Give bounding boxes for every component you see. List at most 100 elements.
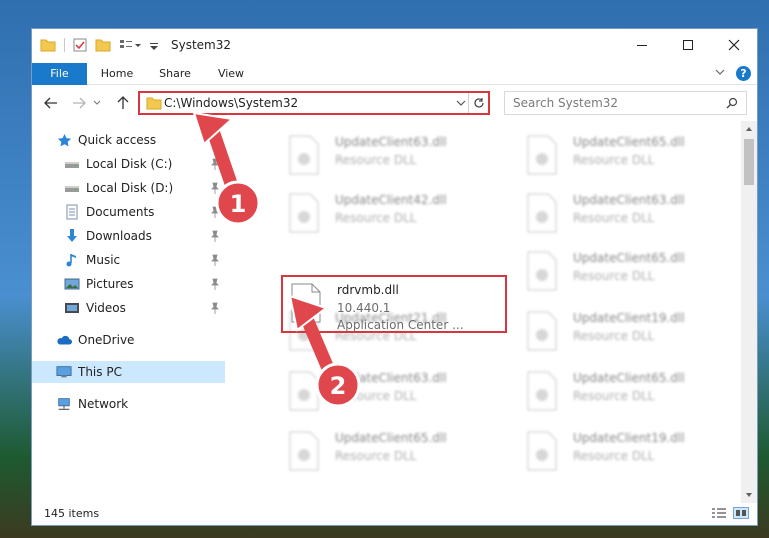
tiles-view-icon[interactable]	[733, 507, 749, 522]
up-button[interactable]	[114, 95, 132, 111]
tab-view[interactable]: View	[208, 63, 254, 85]
documents-icon	[64, 204, 80, 220]
search-placeholder: Search System32	[513, 96, 619, 110]
window-title: System32	[171, 38, 232, 52]
dll-file-icon	[527, 135, 557, 175]
file-item[interactable]: UpdateClient19.dll Resource DLL	[519, 305, 737, 355]
forward-button[interactable]	[70, 95, 88, 111]
file-item[interactable]: UpdateClient65.dll Resource DLL	[519, 129, 737, 179]
nav-pictures[interactable]: Pictures	[32, 273, 225, 295]
tab-share[interactable]: Share	[150, 63, 200, 85]
nav-music[interactable]: Music	[32, 249, 225, 271]
address-bar[interactable]: C:\Windows\System32	[138, 91, 490, 115]
customize-toolbar-icon[interactable]	[119, 38, 141, 52]
dll-file-icon	[527, 311, 557, 351]
nav-videos[interactable]: Videos	[32, 297, 225, 319]
dll-file-icon	[527, 431, 557, 471]
tab-file[interactable]: File	[32, 63, 87, 85]
nav-this-pc[interactable]: This PC	[32, 361, 225, 383]
ribbon-tabs: File Home Share View ?	[32, 63, 757, 85]
computer-icon	[56, 364, 72, 380]
highlighted-file-rdrvmb[interactable]: rdrvmb.dll 10.440.1 Application Center .…	[281, 275, 507, 333]
toolbar-dropdown-icon[interactable]	[149, 38, 159, 52]
nav-documents[interactable]: Documents	[32, 201, 225, 223]
help-icon[interactable]: ?	[736, 66, 751, 81]
maximize-button[interactable]	[665, 29, 711, 61]
dll-file-icon	[289, 193, 319, 233]
refresh-button[interactable]	[468, 93, 488, 113]
arrow-right-icon	[73, 97, 86, 109]
chevron-down-icon	[93, 100, 101, 105]
file-item[interactable]: UpdateClient63.dll Resource DLL	[281, 129, 507, 179]
address-row: C:\Windows\System32 Search System32	[32, 87, 757, 119]
pin-icon[interactable]	[210, 206, 220, 221]
minimize-button[interactable]	[619, 29, 665, 61]
nav-quick-access[interactable]: Quick access	[32, 129, 225, 151]
nav-network[interactable]: Network	[32, 393, 225, 415]
file-item[interactable]: UpdateClient65.dll Resource DLL	[519, 365, 737, 415]
music-icon	[64, 252, 80, 268]
folder-icon	[146, 96, 162, 113]
videos-icon	[64, 300, 80, 316]
file-item[interactable]: UpdateClient65.dll Resource DLL	[281, 425, 507, 475]
pin-icon[interactable]	[210, 254, 220, 269]
dll-file-icon	[289, 135, 319, 175]
quick-access-toolbar	[40, 38, 159, 52]
cloud-icon	[56, 332, 72, 348]
file-item[interactable]: UpdateClient65.dll Resource DLL	[519, 245, 737, 295]
arrow-left-icon	[44, 97, 57, 109]
download-icon	[64, 228, 80, 244]
search-icon[interactable]	[726, 97, 738, 112]
file-item[interactable]: UpdateClient63.dll Resource DLL	[519, 187, 737, 237]
pin-icon[interactable]	[210, 158, 220, 173]
explorer-window: System32 File Home Share View ? C:\Windo…	[31, 28, 758, 526]
dll-gear-file-icon	[291, 283, 321, 323]
pictures-icon	[64, 276, 80, 292]
file-item[interactable]: UpdateClient63.dll Resource DLL	[281, 365, 507, 415]
address-path[interactable]: C:\Windows\System32	[164, 96, 298, 110]
dll-file-icon	[527, 371, 557, 411]
arrow-up-icon	[117, 96, 129, 109]
properties-icon[interactable]	[73, 38, 87, 52]
file-version: 10.440.1	[337, 301, 391, 315]
drive-icon	[64, 180, 80, 196]
status-bar: 145 items	[32, 503, 757, 525]
item-count: 145 items	[44, 507, 100, 520]
pin-icon[interactable]	[210, 182, 220, 197]
title-bar: System32	[32, 29, 757, 63]
tab-home[interactable]: Home	[92, 63, 142, 85]
pin-icon[interactable]	[210, 230, 220, 245]
navigation-pane: Quick access Local Disk (C:) Local Disk …	[32, 125, 225, 503]
file-list: UpdateClient63.dll Resource DLL UpdateCl…	[245, 125, 737, 505]
drive-icon	[64, 156, 80, 172]
refresh-icon	[473, 98, 484, 108]
file-item[interactable]: UpdateClient19.dll Resource DLL	[519, 425, 737, 475]
close-button[interactable]	[711, 29, 757, 61]
scroll-down-icon	[746, 493, 752, 497]
vertical-scrollbar[interactable]	[741, 121, 757, 503]
nav-onedrive[interactable]: OneDrive	[32, 329, 225, 351]
dll-file-icon	[289, 371, 319, 411]
view-toggle-buttons	[711, 507, 749, 522]
nav-local-disk-c[interactable]: Local Disk (C:)	[32, 153, 225, 175]
new-folder-icon[interactable]	[95, 38, 111, 52]
window-controls	[619, 29, 757, 61]
nav-local-disk-d[interactable]: Local Disk (D:)	[32, 177, 225, 199]
ribbon-right-controls: ?	[714, 66, 751, 81]
search-box[interactable]: Search System32	[504, 91, 747, 115]
file-description: Application Center ...	[337, 318, 464, 332]
details-view-icon[interactable]	[711, 507, 727, 522]
scroll-up-icon	[746, 127, 752, 131]
pin-icon[interactable]	[210, 302, 220, 317]
back-button[interactable]	[42, 95, 60, 111]
expand-ribbon-icon[interactable]	[714, 66, 726, 81]
scrollbar-thumb[interactable]	[744, 139, 754, 185]
network-icon	[56, 396, 72, 412]
folder-icon	[40, 38, 56, 52]
address-history-icon[interactable]	[456, 97, 466, 111]
pin-icon[interactable]	[210, 278, 220, 293]
nav-downloads[interactable]: Downloads	[32, 225, 225, 247]
file-item[interactable]: UpdateClient42.dll Resource DLL	[281, 187, 507, 237]
dll-file-icon	[527, 251, 557, 291]
recent-locations-button[interactable]	[88, 95, 106, 111]
